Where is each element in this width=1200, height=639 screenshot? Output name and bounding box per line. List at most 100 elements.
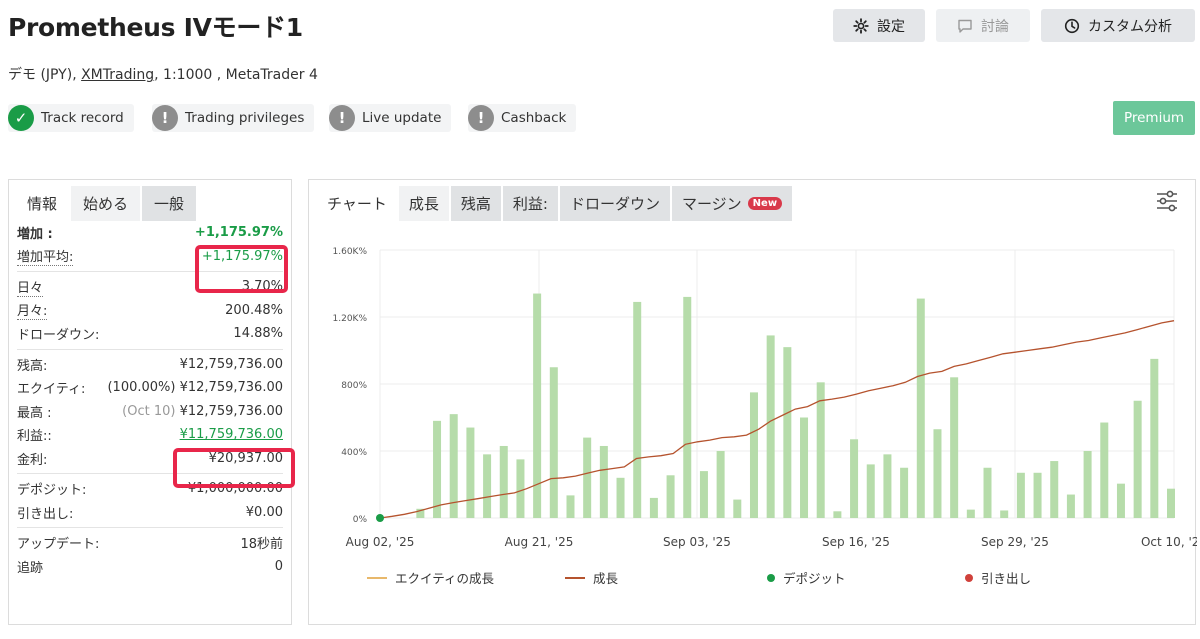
stat-label: 利益:: — [17, 429, 52, 445]
stat-value: ¥12,759,736.00 — [179, 356, 283, 372]
stat-value: 200.48% — [225, 302, 283, 318]
legend-withdrawal[interactable]: 引き出し — [965, 568, 1031, 587]
daily-bar — [749, 392, 758, 518]
daily-bar — [966, 509, 975, 518]
daily-bar — [483, 454, 492, 518]
account-subtitle: デモ (JPY), XMTrading, 1:1000 , MetaTrader… — [8, 64, 318, 84]
x-tick-label: Aug 02, '25 — [346, 535, 415, 549]
stat-monthly: 月々: 200.48% — [17, 299, 283, 323]
daily-bar — [800, 417, 809, 518]
stat-profit: 利益:: ¥11,759,736.00 — [17, 423, 283, 447]
stat-value-group: (100.00%) ¥12,759,736.00 — [107, 380, 283, 395]
legend-dot-swatch — [965, 573, 973, 582]
daily-bar — [516, 459, 525, 518]
legend-growth[interactable]: 成長 — [565, 568, 618, 587]
daily-bar — [599, 445, 608, 518]
stat-label: 残高: — [17, 358, 48, 374]
y-tick-label: 1.20K% — [333, 314, 368, 324]
daily-bar — [666, 475, 675, 518]
legend-label: 成長 — [593, 571, 619, 586]
badge-track-record[interactable]: ✓ Track record — [8, 104, 134, 132]
daily-bar — [733, 499, 742, 518]
daily-bar — [1066, 494, 1075, 518]
stat-label: 金利: — [17, 452, 48, 468]
analysis-label: カスタム分析 — [1088, 18, 1172, 35]
stat-label: 増加平均: — [17, 246, 74, 267]
stat-label: 月々: — [17, 300, 48, 321]
comment-icon — [958, 19, 972, 33]
stat-label: 日々 — [17, 277, 44, 297]
clock-icon — [1064, 18, 1080, 33]
growth-chart: 0% 400% 800% 1.20K% 1.60K% Aug 02, '25 Aug 21,… — [333, 247, 1198, 549]
daily-bar — [1000, 510, 1009, 518]
daily-bar — [1133, 400, 1142, 518]
stat-equity: エクイティ: (100.00%) ¥12,759,736.00 — [17, 376, 283, 400]
stat-withdrawal: 引き出し: ¥0.00 — [17, 501, 283, 525]
daily-bar — [1150, 358, 1159, 518]
y-tick-label: 400% — [341, 448, 367, 458]
highlight-avg-gain — [195, 245, 288, 293]
y-tick-label: 0% — [353, 515, 368, 525]
badge-live-update[interactable]: ! Live update — [329, 104, 452, 132]
stat-value: 0 — [274, 558, 283, 574]
daily-bar — [900, 467, 909, 518]
gear-icon — [853, 17, 869, 34]
daily-bar — [950, 377, 959, 518]
daily-bar — [1016, 472, 1025, 518]
stat-value: ¥12,759,736.00 — [179, 403, 283, 419]
highlight-profit — [173, 448, 295, 488]
daily-bar — [766, 335, 775, 518]
settings-button[interactable]: 設定 — [833, 9, 925, 42]
custom-analysis-button[interactable]: カスタム分析 — [1041, 9, 1195, 42]
legend-line-swatch — [565, 576, 585, 579]
daily-bar — [433, 420, 442, 518]
stat-label: 増加 : — [17, 227, 53, 243]
badge-label: Cashback — [501, 110, 567, 126]
legend-label: デポジット — [783, 571, 846, 586]
stat-balance: 残高: ¥12,759,736.00 — [17, 353, 283, 377]
badge-cashback[interactable]: ! Cashback — [468, 104, 577, 132]
daily-bar — [683, 296, 692, 518]
daily-bar — [1116, 483, 1125, 518]
x-tick-label: Oct 10, '25 — [1141, 535, 1197, 549]
account-details: , 1:1000 , MetaTrader 4 — [154, 67, 318, 83]
equity-percent: (100.00%) — [107, 380, 176, 396]
deposit-marker — [376, 514, 384, 522]
tab-start[interactable]: 始める — [71, 186, 141, 221]
legend-deposit[interactable]: デポジット — [767, 568, 846, 587]
daily-bar — [649, 497, 658, 518]
premium-button[interactable]: Premium — [1113, 101, 1195, 135]
discuss-button[interactable]: 討論 — [936, 9, 1030, 42]
badge-trading-privileges[interactable]: ! Trading privileges — [152, 104, 315, 132]
daily-bar — [866, 464, 875, 518]
stat-value[interactable]: ¥11,759,736.00 — [180, 427, 283, 442]
highest-date: (Oct 10) — [122, 403, 176, 419]
broker-link[interactable]: XMTrading — [81, 67, 154, 83]
badge-label: Track record — [41, 110, 124, 126]
discuss-label: 討論 — [981, 18, 1009, 35]
legend-line-swatch — [367, 576, 387, 579]
tab-info[interactable]: 情報 — [15, 186, 69, 221]
legend-label: エクイティの成長 — [395, 571, 495, 586]
y-tick-label: 1.60K% — [333, 247, 368, 257]
stat-tracking: 追跡 0 — [17, 555, 283, 579]
stat-label: デポジット: — [17, 483, 87, 499]
daily-bar — [549, 367, 558, 518]
stats-tabs: 情報 始める 一般 — [9, 180, 291, 221]
daily-bar — [466, 427, 475, 518]
daily-bar — [916, 298, 925, 518]
daily-bar — [499, 445, 508, 518]
daily-bar — [850, 439, 859, 518]
stat-value: ¥0.00 — [245, 504, 283, 520]
exclamation-icon: ! — [329, 105, 355, 131]
daily-bar — [1033, 472, 1042, 518]
stat-label: 追跡 — [17, 560, 44, 576]
stat-label: ドローダウン: — [17, 328, 100, 344]
daily-bar — [616, 477, 625, 518]
legend-equity-growth[interactable]: エクイティの成長 — [367, 568, 494, 587]
daily-bar — [1050, 461, 1059, 518]
badge-label: Trading privileges — [185, 110, 305, 126]
stat-gain: 増加 : +1,175.97% — [17, 221, 283, 245]
stat-value-group: (Oct 10) ¥12,759,736.00 — [122, 404, 283, 419]
tab-general[interactable]: 一般 — [142, 186, 197, 221]
